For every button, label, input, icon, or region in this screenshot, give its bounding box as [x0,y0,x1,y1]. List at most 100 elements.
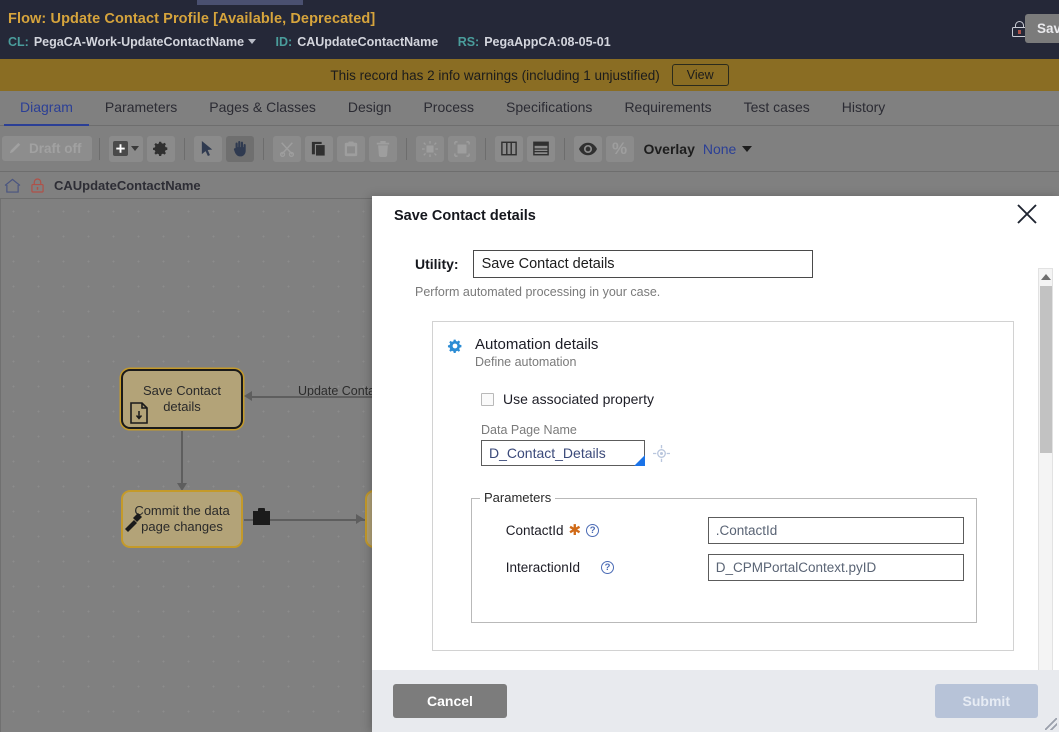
resize-grip-icon[interactable] [1045,718,1057,730]
automation-title: Automation details [475,336,599,353]
ruleset-label: RS: [457,35,480,49]
modal-vertical-scrollbar[interactable] [1038,268,1053,670]
ruleset-value: PegaAppCA:08-05-01 [484,35,611,49]
add-shape-icon[interactable] [108,135,143,162]
utility-input[interactable] [472,250,813,278]
draft-label: Draft off [29,141,82,156]
automation-subtitle: Define automation [475,355,577,369]
parameter-name: ContactId [505,523,564,538]
scroll-up-arrow-icon[interactable] [1039,270,1052,284]
toolbar-divider [98,137,100,160]
clipboard-icon [253,508,270,525]
close-icon[interactable] [1013,200,1043,230]
parameter-value-input[interactable] [707,554,964,581]
overlay-label: Overlay [643,140,695,157]
save-contact-details-modal: Save Contact details Utility: Perform au… [372,196,1059,732]
chevron-down-icon[interactable] [248,39,257,44]
parameter-label: ContactId ✱ ? [506,523,708,538]
help-question-icon[interactable]: ? [601,561,615,574]
use-associated-property-label: Use associated property [503,391,654,407]
view-warnings-button[interactable]: View [671,64,729,86]
cut-scissors-icon[interactable] [272,135,301,162]
tab-pages-classes[interactable]: Pages & Classes [193,91,332,126]
data-page-label: Data Page Name [481,423,577,437]
cancel-button[interactable]: Cancel [393,684,507,718]
parameter-row-interactionid: InteractionId ? [482,554,967,581]
modal-header: Save Contact details [372,196,1059,236]
utility-help-text: Perform automated processing in your cas… [415,285,661,299]
utility-label: Utility: [415,256,459,272]
warning-banner: This record has 2 info warnings (includi… [0,59,1059,91]
id-value: CAUpdateContactName [297,35,439,49]
modal-title: Save Contact details [394,208,536,224]
page-title-prefix: Flow: [8,11,47,27]
pega-flow-designer-window: Flow: Update Contact Profile [Available,… [0,0,1059,732]
app-header: Flow: Update Contact Profile [Available,… [0,0,1059,59]
arrow-left-icon [244,391,252,401]
settings-gear-icon[interactable] [146,135,175,162]
pencil-icon [9,142,21,154]
automation-details-panel: Automation details Define automation Use… [432,321,1014,651]
tab-requirements[interactable]: Requirements [608,91,727,126]
breadcrumb-name[interactable]: CAUpdateContactName [54,178,201,193]
parameter-value-input[interactable] [707,517,964,544]
tab-process[interactable]: Process [407,91,490,126]
parameter-row-contactid: ContactId ✱ ? [482,517,967,544]
help-question-icon[interactable]: ? [586,524,600,537]
submit-button[interactable]: Submit [934,684,1038,718]
toolbar-divider [262,137,264,160]
tab-design[interactable]: Design [332,91,408,126]
utility-doc-icon [130,402,148,424]
data-page-input-wrap [481,440,645,466]
id-label: ID: [275,35,293,49]
page-title-name: Update Contact Profile [50,11,209,27]
distribute-icon[interactable] [447,135,476,162]
tab-specifications[interactable]: Specifications [490,91,608,126]
crosshair-target-icon[interactable] [653,444,670,462]
chevron-down-icon[interactable] [130,146,139,151]
eye-visibility-icon[interactable] [573,135,602,162]
parameter-label: InteractionId ? [506,560,708,575]
tab-diagram[interactable]: Diagram [4,91,89,126]
utility-field-row: Utility: [394,250,1021,278]
align-nodes-icon[interactable] [415,135,444,162]
home-icon[interactable] [4,178,21,193]
data-page-field-block: Data Page Name [433,423,1013,466]
toolbar-divider [183,137,185,160]
paste-icon[interactable] [336,135,365,162]
arrow-right-icon [356,514,364,524]
columns-layout-icon[interactable] [494,135,523,162]
toolbar-divider [563,137,565,160]
record-meta: CL: PegaCA-Work-UpdateContactName ID: CAUp… [8,35,627,49]
copy-icon[interactable] [304,135,333,162]
tab-history[interactable]: History [826,91,902,126]
hammer-icon [125,513,142,532]
overlay-value[interactable]: None [703,141,736,157]
diagram-toolbar: Draft off % Overlay None [0,126,1059,172]
save-button[interactable]: Save [1025,14,1059,43]
gear-icon [447,339,462,354]
draft-toggle[interactable]: Draft off [2,136,92,161]
modal-body: Utility: Perform automated processing in… [372,236,1059,670]
chevron-down-icon[interactable] [742,145,753,152]
tab-parameters[interactable]: Parameters [89,91,193,126]
rows-layout-icon[interactable] [526,135,555,162]
parameters-fieldset: Parameters ContactId ✱ ? InteractionId ? [471,490,977,623]
use-associated-property-checkbox[interactable] [481,392,494,406]
data-page-input[interactable] [481,440,645,466]
delete-trash-icon[interactable] [368,135,397,162]
toolbar-divider [405,137,407,160]
scrollbar-thumb[interactable] [1040,286,1052,453]
tab-test-cases[interactable]: Test cases [728,91,826,126]
class-value[interactable]: PegaCA-Work-UpdateContactName [34,35,244,49]
class-label: CL: [8,35,29,49]
pan-hand-icon[interactable] [225,135,254,162]
toolbar-divider [484,137,486,160]
lock-icon[interactable] [31,177,44,193]
percent-zoom-icon[interactable]: % [605,135,634,162]
pointer-select-icon[interactable] [193,135,222,162]
diagram-edge [251,396,391,398]
page-title: Flow: Update Contact Profile [Available,… [8,11,375,27]
modal-footer: Cancel Submit [372,670,1059,732]
diagram-edge [181,431,183,485]
